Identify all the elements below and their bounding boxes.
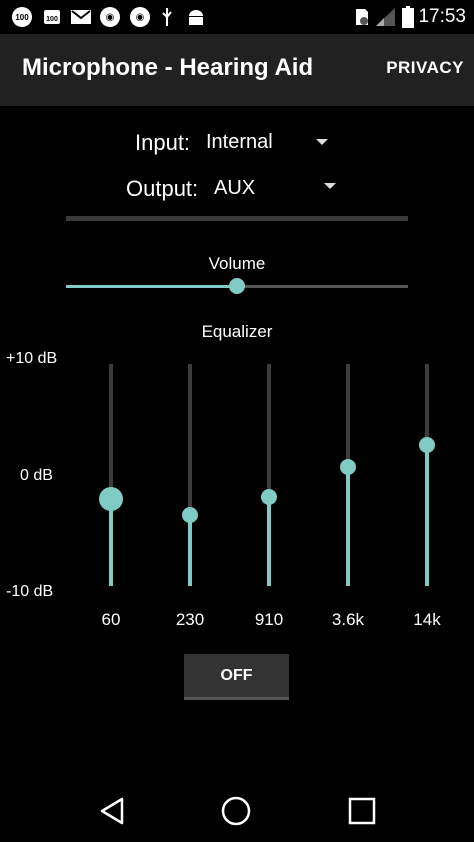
input-label: Input: (135, 130, 191, 155)
eq-band-14k[interactable] (407, 364, 447, 586)
badge-100-icon: 100 (42, 6, 62, 28)
eq-freq-label: 14k (413, 610, 441, 629)
status-bar: 100 100 ◉ ◉ 17:53 (0, 0, 474, 34)
svg-text:100: 100 (46, 16, 58, 23)
dropdown-arrow-icon (324, 183, 336, 189)
eq-freq-label: 230 (175, 610, 205, 629)
app-title: Microphone - Hearing Aid (22, 54, 314, 81)
home-button[interactable] (216, 794, 256, 828)
recents-button[interactable] (342, 794, 382, 828)
sd-card-icon (354, 6, 370, 28)
eq-thumb[interactable] (340, 459, 356, 476)
dropdown-arrow-icon (316, 139, 328, 145)
input-dropdown[interactable]: Internal (200, 126, 340, 160)
divider (66, 216, 408, 221)
recents-icon (348, 797, 376, 825)
eq-freq-label: 910 (254, 610, 284, 629)
battery-icon (402, 6, 414, 28)
back-button[interactable] (92, 794, 132, 828)
eq-freq-label: 3.6k (331, 610, 365, 629)
gmail-icon (70, 6, 92, 28)
eq-thumb[interactable] (182, 506, 198, 523)
eq-thumb[interactable] (419, 437, 435, 454)
input-value: Internal (206, 131, 273, 153)
volume-slider[interactable] (66, 278, 408, 294)
eq-fill (188, 514, 192, 586)
eq-fill (267, 497, 271, 586)
eq-band-910[interactable] (249, 364, 289, 586)
badge-100-icon: 100 (12, 6, 32, 28)
output-dropdown[interactable]: AUX (208, 172, 348, 206)
clock: 17:53 (418, 6, 466, 27)
usb-icon (160, 6, 174, 28)
eq-fill (425, 445, 429, 586)
db-max-label: +10 dB (6, 350, 58, 367)
volume-label: Volume (208, 254, 266, 273)
output-value: AUX (214, 177, 256, 199)
app-icon: ◉ (100, 6, 120, 28)
back-icon (100, 797, 124, 825)
app-icon: ◉ (130, 6, 150, 28)
db-mid-label: 0 dB (20, 467, 53, 484)
db-min-label: -10 dB (6, 583, 54, 600)
android-icon (186, 6, 206, 28)
output-label: Output: (126, 176, 199, 201)
eq-band-3.6k[interactable] (328, 364, 368, 586)
power-toggle-button[interactable]: OFF (184, 654, 289, 700)
signal-icon (375, 6, 397, 28)
eq-thumb[interactable] (261, 489, 277, 506)
navigation-bar (0, 780, 474, 842)
eq-fill (109, 499, 113, 586)
eq-band-60[interactable] (91, 364, 131, 586)
app-bar: Microphone - Hearing Aid PRIVACY (0, 34, 474, 106)
privacy-button[interactable]: PRIVACY (386, 58, 464, 78)
volume-fill (66, 285, 237, 288)
eq-freq-label: 60 (101, 610, 121, 629)
equalizer-label: Equalizer (201, 322, 273, 341)
home-icon (221, 796, 251, 826)
eq-fill (346, 467, 350, 586)
eq-thumb[interactable] (99, 487, 123, 512)
eq-band-230[interactable] (170, 364, 210, 586)
volume-thumb[interactable] (229, 278, 245, 294)
